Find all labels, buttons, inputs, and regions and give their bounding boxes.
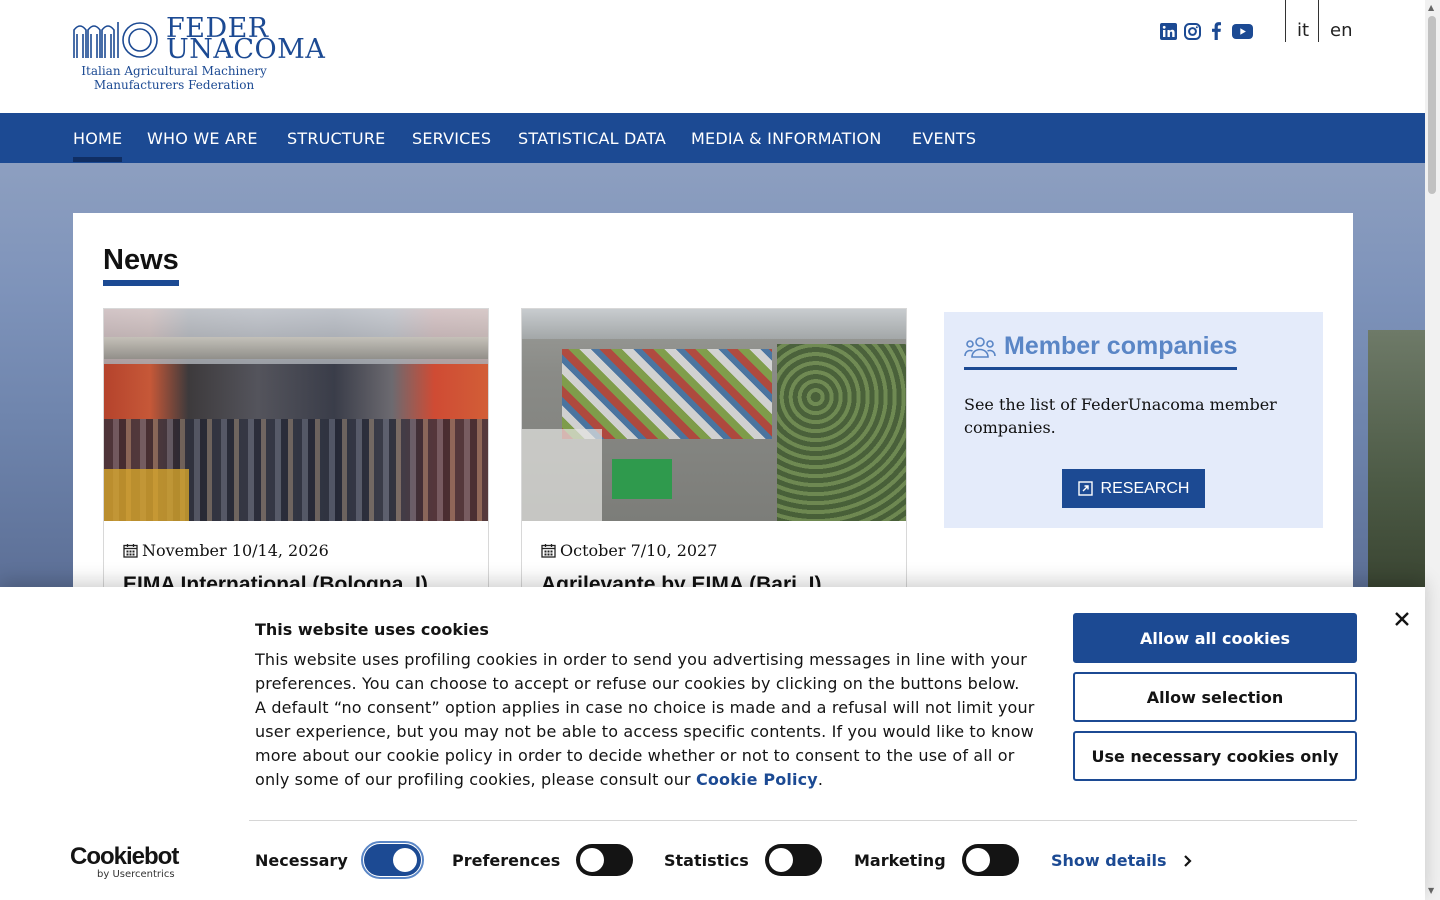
news-panel: News November 10/14, 2026 EIMA Internati… [73, 213, 1353, 598]
exhibit-machines [562, 349, 772, 439]
cookie-text: This website uses profiling cookies in o… [255, 650, 1035, 789]
scroll-down-arrow-icon[interactable]: ▼ [1428, 886, 1434, 895]
main-navigation: HOME WHO WE ARE STRUCTURE SERVICES STATI… [0, 113, 1425, 163]
news-heading: News [103, 244, 179, 286]
machinery-boom [104, 337, 488, 359]
site-header: FEDER UNACOMA Italian Agricultural Machi… [0, 0, 1425, 113]
allow-selection-button[interactable]: Allow selection [1073, 672, 1357, 722]
language-it-link[interactable]: it [1285, 0, 1319, 42]
close-icon[interactable] [1390, 607, 1414, 631]
member-companies-title: Member companies [1004, 332, 1238, 360]
language-en-link[interactable]: en [1318, 0, 1352, 42]
statistics-switch[interactable] [764, 844, 822, 876]
cookie-consent-banner: This website uses cookies This website u… [0, 587, 1425, 900]
cookie-title: This website uses cookies [255, 620, 489, 639]
cookiebot-brand-sub: by Usercentrics [97, 869, 175, 880]
news-card-image[interactable] [522, 309, 906, 521]
social-links [1159, 22, 1253, 40]
nav-item-structure[interactable]: STRUCTURE [287, 129, 385, 148]
member-companies-box: Member companies See the list of FederUn… [944, 312, 1323, 528]
yellow-machine [104, 469, 189, 521]
page-scrollbar[interactable]: ▲ ▼ [1425, 0, 1440, 900]
chevron-right-icon [1183, 854, 1192, 867]
preferences-switch[interactable] [576, 844, 634, 876]
news-card-agrilevante[interactable]: October 7/10, 2027 Agrilevante by EIMA (… [521, 308, 907, 598]
logo-subtitle-2: Manufacturers Federation [93, 78, 255, 92]
research-button-label: RESEARCH [1100, 479, 1190, 497]
toggle-label: Necessary [255, 850, 348, 870]
instagram-icon[interactable] [1183, 22, 1201, 40]
news-card-eima[interactable]: November 10/14, 2026 EIMA International … [103, 308, 489, 598]
nav-item-events[interactable]: EVENTS [912, 129, 976, 148]
research-button[interactable]: RESEARCH [1062, 469, 1205, 508]
cookie-policy-link[interactable]: Cookie Policy [696, 770, 818, 789]
show-details-label: Show details [1051, 851, 1167, 870]
toggle-label: Preferences [452, 850, 561, 870]
necessary-switch[interactable] [360, 841, 424, 879]
toggle-marketing: Marketing [854, 844, 1019, 876]
necessary-cookies-only-button[interactable]: Use necessary cookies only [1073, 731, 1357, 781]
cookiebot-logo[interactable]: Cookiebot by Usercentrics [70, 845, 180, 881]
marketing-switch[interactable] [961, 844, 1019, 876]
scroll-up-arrow-icon[interactable]: ▲ [1428, 3, 1434, 12]
youtube-icon[interactable] [1231, 22, 1253, 40]
calendar-icon [541, 544, 556, 558]
nav-item-media-information[interactable]: MEDIA & INFORMATION [691, 129, 882, 148]
federunacoma-logo[interactable]: FEDER UNACOMA Italian Agricultural Machi… [72, 15, 325, 94]
facebook-icon[interactable] [1207, 22, 1225, 40]
toggle-label: Marketing [854, 850, 946, 870]
users-group-icon [964, 336, 996, 358]
logo-title-unacoma: UNACOMA [166, 34, 326, 65]
rooftops [522, 309, 906, 339]
external-link-icon [1077, 481, 1093, 496]
allow-all-cookies-button[interactable]: Allow all cookies [1073, 613, 1357, 663]
toggle-statistics: Statistics [664, 844, 822, 876]
calendar-icon [123, 544, 138, 558]
member-companies-text: See the list of FederUnacoma member comp… [964, 395, 1277, 437]
nav-item-home[interactable]: HOME [73, 129, 123, 162]
cookiebot-brand: Cookiebot [70, 843, 179, 870]
news-card-date: November 10/14, 2026 [142, 541, 329, 560]
nav-item-who-we-are[interactable]: WHO WE ARE [147, 129, 258, 148]
linkedin-icon[interactable] [1159, 22, 1177, 40]
green-tent [612, 459, 672, 499]
news-card-image[interactable] [104, 309, 488, 521]
toggle-preferences: Preferences [452, 844, 634, 876]
toggle-label: Statistics [664, 850, 749, 870]
logo-subtitle-1: Italian Agricultural Machinery [81, 64, 267, 78]
cookie-divider [249, 820, 1357, 821]
show-details-link[interactable]: Show details [1051, 851, 1192, 870]
scroll-thumb[interactable] [1428, 16, 1436, 194]
white-tents [522, 429, 602, 521]
news-card-date: October 7/10, 2027 [560, 541, 718, 560]
logo-emblem-icon [73, 22, 158, 58]
nav-item-statistical-data[interactable]: STATISTICAL DATA [518, 129, 666, 148]
plant-rows [777, 344, 906, 521]
toggle-necessary: Necessary [255, 841, 424, 879]
nav-item-services[interactable]: SERVICES [412, 129, 491, 148]
